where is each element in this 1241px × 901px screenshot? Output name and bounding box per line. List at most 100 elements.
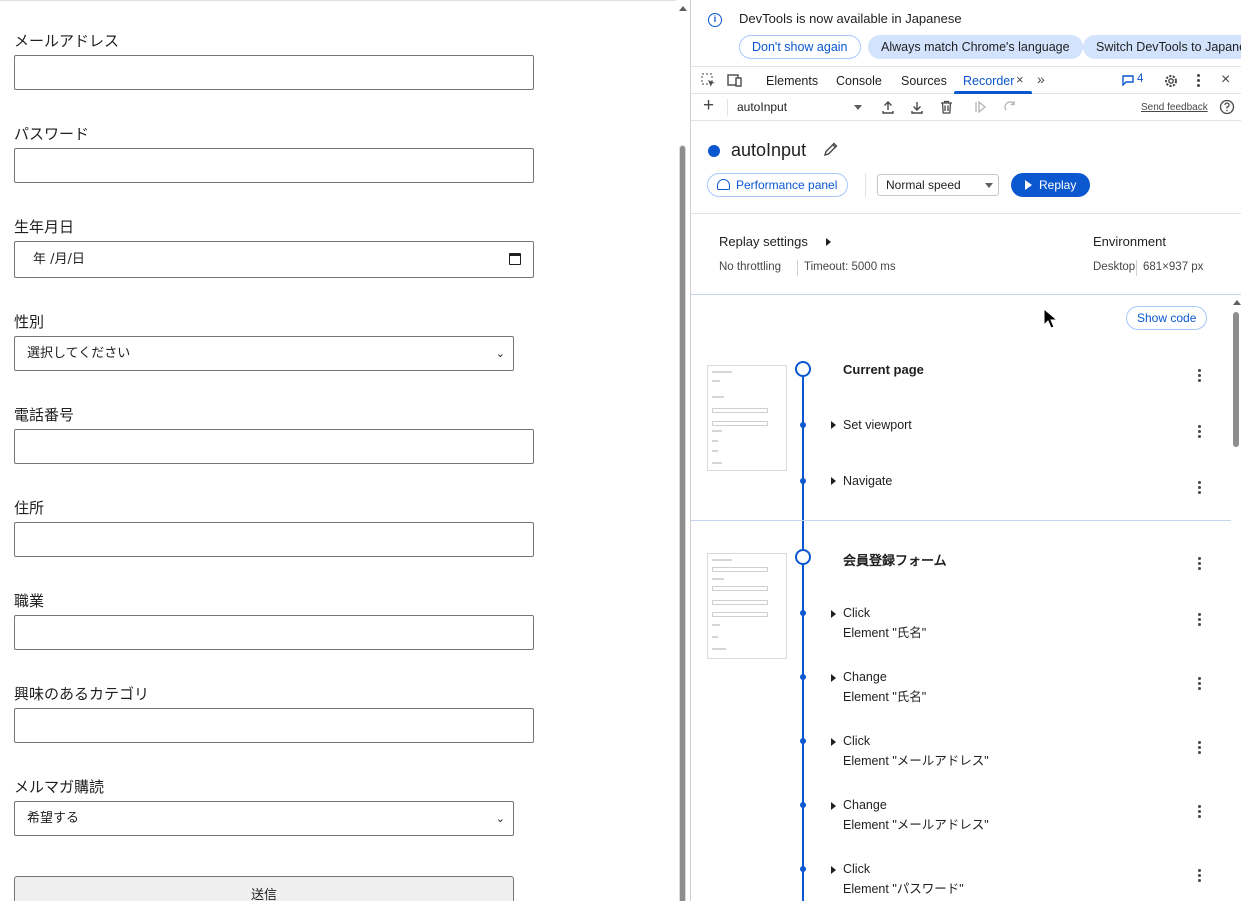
play-icon [1025, 180, 1032, 190]
step-menu-icon[interactable] [1198, 741, 1202, 756]
step-subtitle: Element "氏名" [843, 626, 927, 640]
occupation-input[interactable] [14, 615, 534, 650]
export-icon[interactable] [881, 100, 895, 114]
step-title[interactable]: Navigate [843, 474, 892, 488]
section-title[interactable]: 会員登録フォーム [843, 550, 947, 569]
toolbar-divider [727, 99, 728, 116]
tab-console[interactable]: Console [836, 74, 882, 88]
timeout-value[interactable]: Timeout: 5000 ms [804, 261, 896, 273]
import-icon[interactable] [910, 100, 924, 114]
step-menu-icon[interactable] [1198, 481, 1202, 496]
step-marker [800, 422, 806, 428]
continue-icon[interactable] [1003, 100, 1017, 113]
recording-header: autoInput Performance panel Normal speed… [691, 121, 1241, 329]
performance-panel-button[interactable]: Performance panel [707, 173, 849, 197]
birthdate-value: 年 /月/日 [33, 252, 85, 267]
steps-scrollbar[interactable] [1232, 298, 1241, 901]
phone-input[interactable] [14, 429, 534, 464]
inspect-element-icon[interactable] [701, 73, 716, 88]
step-title[interactable]: Set viewport [843, 418, 912, 432]
expand-arrow-icon[interactable] [831, 674, 836, 682]
throttling-value[interactable]: No throttling [719, 261, 781, 273]
step-menu-icon[interactable] [1198, 425, 1202, 440]
delete-icon[interactable] [940, 100, 953, 114]
step-menu-icon[interactable] [1198, 369, 1202, 384]
page-scrollbar[interactable] [676, 0, 690, 901]
step-menu-icon[interactable] [1198, 677, 1202, 692]
expand-arrow-icon[interactable] [831, 802, 836, 810]
always-match-language-button[interactable]: Always match Chrome's language [868, 35, 1083, 59]
step-menu-icon[interactable] [1198, 869, 1202, 884]
password-input[interactable] [14, 148, 534, 183]
page-thumbnail [707, 553, 787, 659]
recording-title[interactable]: autoInput [731, 140, 806, 161]
step-title[interactable]: Click [843, 862, 870, 876]
step-marker [800, 866, 806, 872]
step-menu-icon[interactable] [1198, 613, 1202, 628]
close-devtools-icon[interactable]: × [1221, 71, 1230, 89]
more-tabs-icon[interactable]: » [1037, 71, 1045, 87]
section-title[interactable]: Current page [843, 362, 924, 377]
devtools-panel: i DevTools is now available in Japanese … [690, 0, 1241, 901]
step-subtitle: Element "メールアドレス" [843, 818, 989, 832]
replay-settings-label[interactable]: Replay settings [719, 234, 808, 249]
tab-sources[interactable]: Sources [901, 74, 947, 88]
close-tab-icon[interactable]: × [1016, 72, 1024, 87]
chevron-down-icon[interactable] [854, 105, 862, 110]
phone-label: 電話番号 [14, 406, 75, 424]
step-menu-icon[interactable] [1198, 805, 1202, 820]
replay-button[interactable]: Replay [1011, 173, 1090, 197]
step-over-icon[interactable] [974, 101, 987, 113]
interest-input[interactable] [14, 708, 534, 743]
scroll-up-arrow-icon[interactable] [1233, 300, 1241, 305]
email-input[interactable] [14, 55, 534, 90]
send-feedback-link[interactable]: Send feedback [1141, 102, 1208, 113]
step-marker [800, 738, 806, 744]
step-menu-icon[interactable] [1198, 557, 1202, 572]
chevron-down-icon: ⌄ [495, 812, 505, 825]
expand-arrow-icon[interactable] [831, 477, 836, 485]
step-title[interactable]: Click [843, 734, 870, 748]
dont-show-again-button[interactable]: Don't show again [739, 35, 861, 59]
occupation-label: 職業 [14, 592, 45, 610]
expand-arrow-icon[interactable] [831, 738, 836, 746]
step-title[interactable]: Click [843, 606, 870, 620]
replay-speed-select[interactable]: Normal speed [877, 174, 999, 196]
help-icon[interactable] [1219, 99, 1235, 115]
newsletter-label: メルマガ購読 [14, 778, 105, 796]
edit-pencil-icon[interactable] [823, 141, 839, 157]
issues-count[interactable]: 4 [1137, 73, 1143, 85]
issues-icon[interactable] [1122, 75, 1134, 86]
gender-select[interactable]: 選択してください ⌄ [14, 336, 514, 371]
step-title[interactable]: Change [843, 798, 887, 812]
recording-select[interactable]: autoInput [737, 100, 787, 114]
expand-arrow-icon[interactable] [831, 610, 836, 618]
step-title[interactable]: Change [843, 670, 887, 684]
newsletter-select[interactable]: 希望する ⌄ [14, 801, 514, 836]
add-recording-icon[interactable]: + [703, 95, 714, 117]
scroll-up-arrow-icon[interactable] [679, 6, 687, 11]
expand-arrow-icon[interactable] [831, 866, 836, 874]
submit-button[interactable]: 送信 [14, 876, 514, 901]
more-options-icon[interactable] [1197, 74, 1200, 87]
address-input[interactable] [14, 522, 534, 557]
switch-language-button[interactable]: Switch DevTools to Japanese [1083, 35, 1241, 59]
calendar-icon[interactable] [509, 253, 521, 265]
show-code-button[interactable]: Show code [1126, 306, 1208, 330]
step-marker [800, 674, 806, 680]
interest-label: 興味のあるカテゴリ [14, 685, 150, 703]
page-thumbnail [707, 365, 787, 471]
settings-gear-icon[interactable] [1163, 73, 1179, 89]
tab-recorder[interactable]: Recorder [963, 74, 1014, 88]
step-marker [800, 478, 806, 484]
expand-arrow-icon[interactable] [831, 421, 836, 429]
step-marker [800, 802, 806, 808]
birthdate-input[interactable]: 年 /月/日 [14, 241, 534, 278]
expand-arrow-icon[interactable] [826, 238, 831, 246]
scrollbar-thumb[interactable] [1233, 312, 1239, 447]
tab-elements[interactable]: Elements [766, 74, 818, 88]
device-toolbar-icon[interactable] [727, 73, 743, 88]
scrollbar-thumb[interactable] [679, 145, 686, 901]
replay-settings-section: Replay settings No throttling Timeout: 5… [691, 214, 1241, 295]
header-divider [865, 173, 866, 197]
